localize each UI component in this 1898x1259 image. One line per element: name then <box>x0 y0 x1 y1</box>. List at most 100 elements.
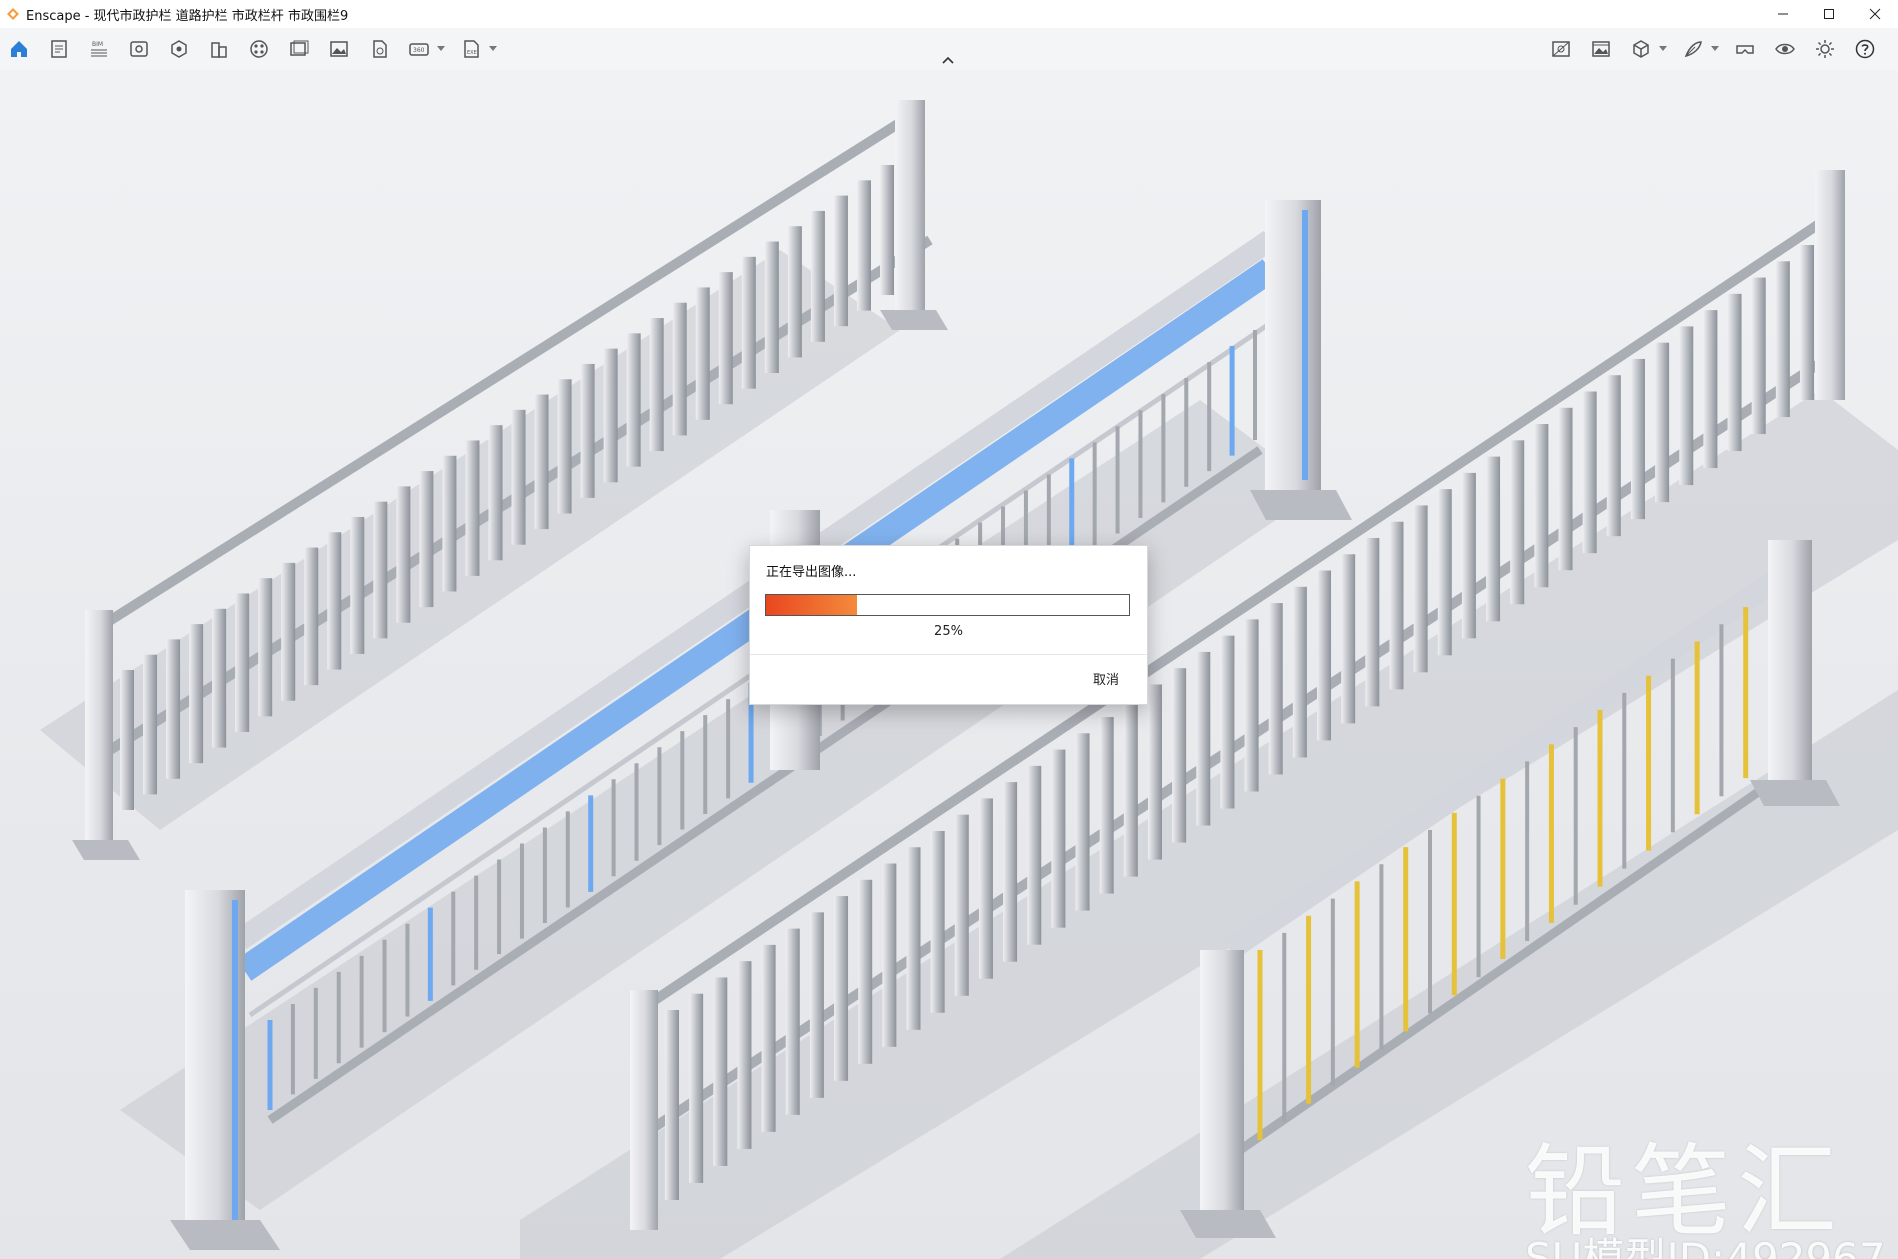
maximize-button[interactable] <box>1806 0 1852 28</box>
screenshot-icon <box>330 41 348 57</box>
fence-picket <box>1365 537 1380 707</box>
fence-picket <box>1389 521 1404 690</box>
progress-percentage: 25% <box>934 624 963 639</box>
help-button[interactable] <box>1850 34 1880 64</box>
gallery-button[interactable] <box>1586 34 1616 64</box>
fence-picket <box>258 578 273 717</box>
watermark-model-id: SU模型ID:492967 <box>1525 1234 1886 1259</box>
visual-settings-button[interactable] <box>1546 34 1576 64</box>
visual-settings-icon <box>1552 41 1570 57</box>
fence-picket <box>882 863 897 1047</box>
live-view-button[interactable] <box>1770 34 1800 64</box>
site-context-button[interactable] <box>204 34 234 64</box>
export-exe-button[interactable]: EXE <box>456 34 486 64</box>
fence-picket <box>1558 407 1573 571</box>
fence-picket <box>764 241 779 374</box>
fence-picket <box>1727 293 1742 452</box>
close-button[interactable] <box>1852 0 1898 28</box>
collapse-toolbar-toggle[interactable] <box>938 52 958 68</box>
fence-picket <box>718 272 733 405</box>
export-360-button[interactable]: 360 <box>404 34 434 64</box>
batch-render-icon <box>290 40 309 56</box>
fence-picket <box>1703 310 1718 469</box>
cancel-button[interactable]: 取消 <box>1093 669 1119 688</box>
bim-icon: BIM <box>91 41 107 57</box>
title-bar: Enscape - 现代市政护栏 道路护栏 市政栏杆 市政围栏9 <box>0 0 1898 28</box>
asset-library-dropdown[interactable] <box>1658 34 1668 64</box>
fence-picket <box>1461 472 1476 639</box>
fence-picket <box>1606 375 1621 537</box>
fence-picket <box>580 363 595 498</box>
help-icon <box>1855 39 1875 59</box>
notes-button[interactable] <box>44 34 74 64</box>
fence-picket <box>1172 668 1187 843</box>
fence-picket <box>626 333 641 467</box>
minimize-button[interactable] <box>1760 0 1806 28</box>
fence-picket <box>1220 635 1235 809</box>
fence-picket <box>1196 651 1211 826</box>
fence-picket <box>235 593 250 732</box>
object-button[interactable] <box>164 34 194 64</box>
fence-picket <box>1486 456 1501 622</box>
fence-picket <box>1147 684 1162 860</box>
fence-picket <box>143 654 158 795</box>
fence-picket <box>978 798 993 979</box>
chevron-down-icon <box>489 46 497 51</box>
fence-picket <box>785 928 800 1115</box>
fence-picket <box>304 547 319 686</box>
settings-icon <box>1816 40 1834 58</box>
fence-picket <box>442 455 457 592</box>
fence-picket <box>833 195 848 327</box>
settings-button[interactable] <box>1810 34 1840 64</box>
fence-picket <box>465 440 480 576</box>
export-panorama-button[interactable] <box>364 34 394 64</box>
fence-picket <box>373 501 388 639</box>
progress-fill <box>766 595 857 615</box>
vr-headset-button[interactable] <box>1730 34 1760 64</box>
export-exe-icon: EXE <box>464 40 479 58</box>
asset-library-button[interactable] <box>1626 34 1656 64</box>
fence-picket <box>1244 619 1259 792</box>
fence-picket <box>834 896 849 1081</box>
toolbar-left-group: BIM 360 EXE <box>4 34 508 64</box>
fence-picket <box>166 639 181 779</box>
chevron-down-icon <box>1659 46 1667 51</box>
window-title: Enscape - 现代市政护栏 道路护栏 市政栏杆 市政围栏9 <box>26 8 349 24</box>
fence-picket <box>511 409 526 545</box>
fence-picket <box>1317 570 1332 741</box>
home-button[interactable] <box>4 34 34 64</box>
fence-picket <box>1413 505 1428 673</box>
window-controls <box>1760 0 1898 28</box>
building-icon <box>211 42 227 58</box>
fence-picket <box>689 993 704 1183</box>
svg-text:360: 360 <box>413 47 425 54</box>
svg-text:EXE: EXE <box>467 50 477 56</box>
fence-picket <box>672 302 687 436</box>
fence-picket <box>858 879 873 1064</box>
view-management-button[interactable] <box>124 34 154 64</box>
export-360-icon: 360 <box>409 43 429 56</box>
batch-render-button[interactable] <box>284 34 314 64</box>
fence-picket <box>1534 424 1549 588</box>
fence-picket <box>1582 391 1597 554</box>
feather-tool-dropdown[interactable] <box>1710 34 1720 64</box>
export-exe-dropdown[interactable] <box>488 34 498 64</box>
fence-picket <box>1655 342 1670 503</box>
fence-picket <box>695 287 710 420</box>
fence-picket <box>809 912 824 1098</box>
object-icon <box>171 40 187 58</box>
material-editor-button[interactable] <box>244 34 274 64</box>
panorama-icon <box>373 40 387 58</box>
fence-picket <box>880 165 894 295</box>
export-progress-dialog: 正在导出图像... 25% 取消 <box>749 545 1148 705</box>
enscape-logo-icon <box>7 8 19 20</box>
fence-picket <box>954 814 969 996</box>
export-360-dropdown[interactable] <box>436 34 446 64</box>
render-image-button[interactable] <box>324 34 354 64</box>
fence-picket <box>665 1010 679 1200</box>
fence-picket <box>281 562 296 701</box>
svg-text:BIM: BIM <box>92 41 103 48</box>
bim-button[interactable]: BIM <box>84 34 114 64</box>
chevron-up-icon <box>942 56 954 64</box>
feather-tool-button[interactable] <box>1678 34 1708 64</box>
